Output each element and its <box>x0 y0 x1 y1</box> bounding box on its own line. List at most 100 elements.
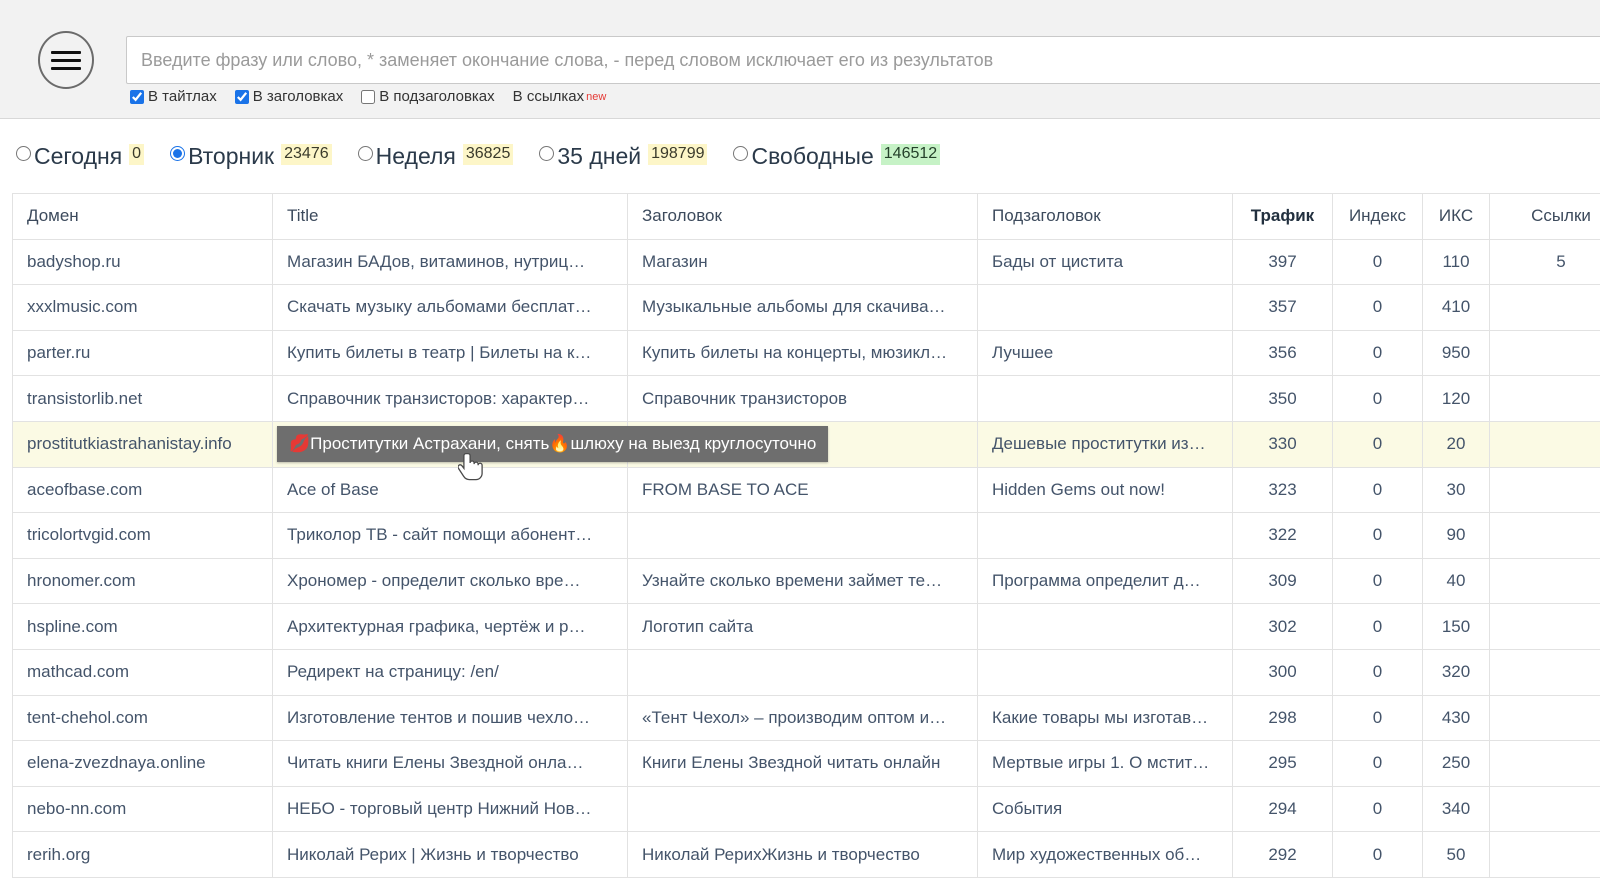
menu-bar-1 <box>51 50 81 54</box>
search-option-label: В заголовках <box>252 88 344 105</box>
cell-domain: elena-zvezdnaya.online <box>12 740 273 787</box>
results-table: Домен Title Заголовок Подзаголовок Трафи… <box>12 193 1600 878</box>
search-input[interactable] <box>126 36 1600 84</box>
cell-links <box>1489 785 1600 833</box>
cell-title: Изготовление тентов и пошив чехло… <box>272 694 628 742</box>
cell-subheading: Мертвые игры 1. О мстит… <box>977 740 1233 787</box>
cell-subheading <box>977 648 1233 696</box>
cell-heading <box>627 512 978 559</box>
search-option-headings[interactable]: В заголовках <box>234 88 344 105</box>
column-header-traffic[interactable]: Трафик <box>1232 193 1333 240</box>
period-label: Сегодня <box>34 143 123 170</box>
cell-heading: Купить билеты на концерты, мюзикл… <box>627 329 978 377</box>
cell-iks: 430 <box>1422 694 1490 742</box>
period-option-free[interactable]: Свободные 146512 <box>733 144 941 170</box>
cell-links <box>1489 831 1600 878</box>
period-count: 23476 <box>281 144 332 165</box>
cell-traffic: 330 <box>1232 420 1333 468</box>
cell-index: 0 <box>1332 603 1423 650</box>
search-option-titles[interactable]: В тайтлах <box>130 89 217 104</box>
column-header-links[interactable]: Ссылки <box>1489 193 1600 240</box>
cell-heading: Магазин <box>627 238 978 286</box>
table-row[interactable]: hronomer.com Хрономер - определит сколько… <box>12 557 1600 605</box>
search-options-group: В тайтлах В заголовках В подзаголовках В… <box>130 89 624 104</box>
radio-free[interactable] <box>733 146 749 162</box>
cell-title: Редирект на страницу: /en/ <box>272 648 628 696</box>
cell-domain: nebo-nn.com <box>12 785 273 833</box>
cell-heading <box>627 648 978 696</box>
cell-subheading <box>977 603 1233 650</box>
column-header-subheading[interactable]: Подзаголовок <box>977 193 1233 240</box>
lips-icon: 💋 <box>289 434 311 453</box>
period-label: 35 дней <box>557 143 642 170</box>
period-option-tuesday[interactable]: Вторник 23476 <box>170 143 332 170</box>
search-option-links[interactable]: В ссылках new <box>513 89 607 104</box>
table-row[interactable]: hspline.com Архитектурная графика, чертёж… <box>12 603 1600 650</box>
table-row[interactable]: tent-chehol.com Изготовление тентов и пош… <box>12 694 1600 742</box>
table-row[interactable]: rerih.org Николай Рерих | Жизнь и творчес… <box>12 831 1600 878</box>
table-row[interactable]: badyshop.ru Магазин БАДов, витаминов, нут… <box>12 238 1600 286</box>
cell-domain: prostitutkiastrahanistay.info <box>12 420 273 468</box>
cell-traffic: 322 <box>1232 512 1333 559</box>
tooltip-text-after: шлюху на выезд круглосуточно <box>570 434 817 453</box>
cell-domain: tricolortvgid.com <box>12 512 273 559</box>
table-row[interactable]: transistorlib.net Справочник транзисторов… <box>12 375 1600 422</box>
cell-iks: 410 <box>1422 284 1490 331</box>
table-row[interactable]: mathcad.com Редирект на страницу: /en/300… <box>12 648 1600 696</box>
new-badge: new <box>586 90 607 103</box>
cell-iks: 150 <box>1422 603 1490 650</box>
search-option-subheadings[interactable]: В подзаголовках <box>361 88 495 105</box>
column-header-iks[interactable]: ИКС <box>1422 193 1490 240</box>
radio-tuesday[interactable] <box>170 146 186 162</box>
cell-index: 0 <box>1332 329 1423 377</box>
search-option-label: В подзаголовках <box>379 88 495 105</box>
radio-week[interactable] <box>357 146 373 162</box>
cell-iks: 110 <box>1422 238 1490 286</box>
radio-35-days[interactable] <box>539 146 555 162</box>
table-row[interactable]: elena-zvezdnaya.online Читать книги Елены… <box>12 740 1600 787</box>
table-row[interactable]: nebo-nn.com НЕБО - торговый центр Нижний … <box>12 785 1600 833</box>
checkbox-in-subheadings[interactable] <box>361 89 376 104</box>
cell-domain: badyshop.ru <box>12 238 273 286</box>
column-header-index[interactable]: Индекс <box>1332 193 1423 240</box>
cell-links <box>1489 603 1600 650</box>
cell-title: Справочник транзисторов: характер… <box>272 375 628 422</box>
column-header-heading[interactable]: Заголовок <box>627 193 978 240</box>
period-filter-group: Сегодня 0 Вторник 23476 Неделя 36825 35 … <box>16 138 966 178</box>
period-option-today[interactable]: Сегодня 0 <box>16 143 145 170</box>
cell-iks: 40 <box>1422 557 1490 605</box>
table-row[interactable]: parter.ru Купить билеты в театр | Билеты … <box>12 329 1600 377</box>
cell-subheading <box>977 284 1233 331</box>
period-option-week[interactable]: Неделя 36825 <box>357 143 514 170</box>
cell-heading: Логотип сайта <box>627 603 978 650</box>
cell-title: НЕБО - торговый центр Нижний Нов… <box>272 785 628 833</box>
cell-domain: parter.ru <box>12 329 273 377</box>
period-label: Вторник <box>188 143 275 170</box>
cell-index: 0 <box>1332 740 1423 787</box>
cell-title: Триколор ТВ - сайт помощи абонент… <box>272 512 628 559</box>
cell-iks: 20 <box>1422 420 1490 468</box>
period-label: Неделя <box>375 143 456 170</box>
cell-heading: Музыкальные альбомы для скачива… <box>627 284 978 331</box>
cell-links <box>1489 329 1600 377</box>
hamburger-menu-icon[interactable] <box>38 31 94 89</box>
cell-domain: mathcad.com <box>12 648 273 696</box>
cell-links <box>1489 375 1600 422</box>
cell-links: 5 <box>1489 238 1600 286</box>
tooltip-text-before: Проститутки Астрахани, снять <box>310 434 550 453</box>
checkbox-in-headings[interactable] <box>234 89 249 104</box>
cell-traffic: 309 <box>1232 557 1333 605</box>
cell-iks: 250 <box>1422 740 1490 787</box>
column-header-domain[interactable]: Домен <box>12 193 273 240</box>
cell-links <box>1489 420 1600 468</box>
checkbox-in-titles[interactable] <box>130 89 144 104</box>
radio-today[interactable] <box>16 146 31 162</box>
cell-traffic: 300 <box>1232 648 1333 696</box>
table-row[interactable]: tricolortvgid.com Триколор ТВ - сайт помо… <box>12 512 1600 559</box>
cell-traffic: 295 <box>1232 740 1333 787</box>
column-header-title[interactable]: Title <box>272 193 628 240</box>
table-row[interactable]: aceofbase.com Ace of Base FROM BASE TO ACE… <box>12 466 1600 514</box>
table-row[interactable]: xxxlmusic.com Скачать музыку альбомами бе… <box>12 284 1600 331</box>
cell-index: 0 <box>1332 375 1423 422</box>
period-option-35-days[interactable]: 35 дней 198799 <box>539 143 708 170</box>
